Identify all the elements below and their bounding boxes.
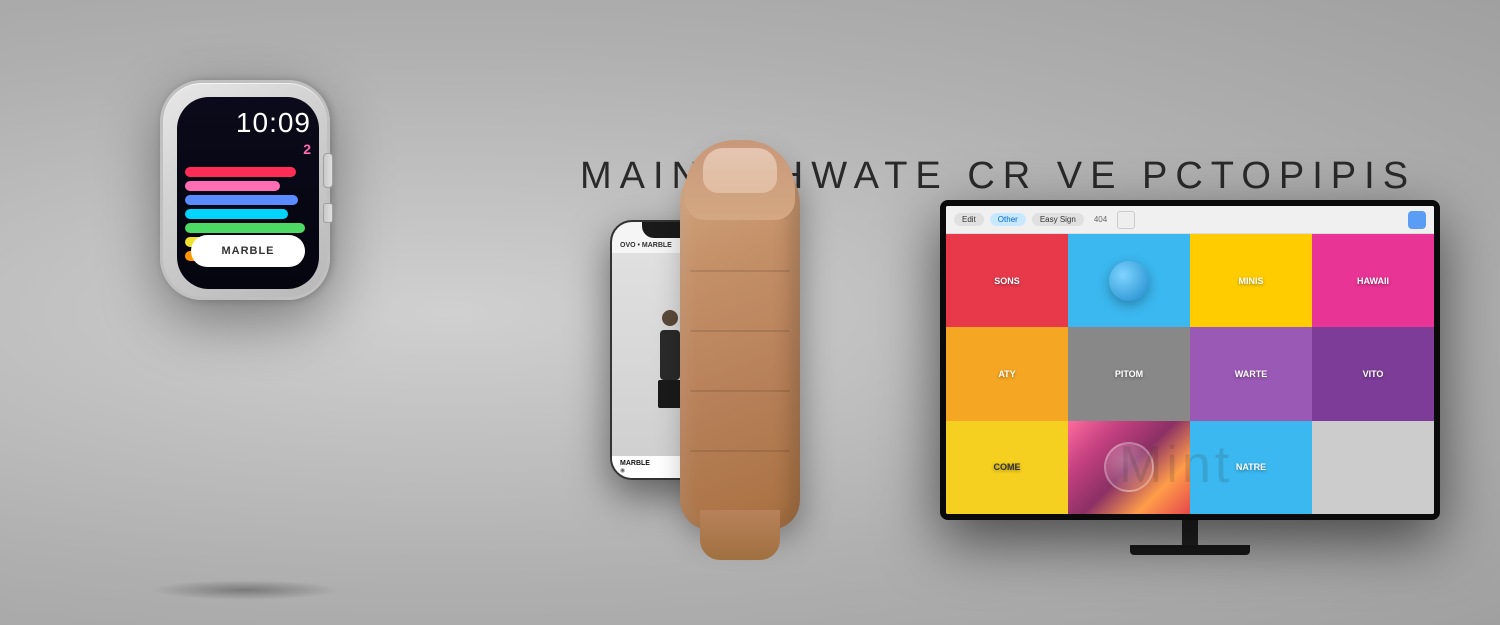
finger-nail — [703, 148, 777, 193]
watch-shadow — [150, 580, 340, 600]
tv-stand-base — [1130, 545, 1250, 555]
tv-cell-icon[interactable] — [1068, 234, 1190, 327]
finger-shape — [680, 150, 800, 530]
finger — [680, 150, 860, 550]
watch-screen: 10:09 2 MARBLE — [177, 97, 319, 289]
activity-bar-red — [185, 167, 296, 177]
cell-label-minis: MINIS — [1238, 276, 1263, 286]
watch-side-button — [323, 203, 333, 223]
cell-label-hawaii: HAWAII — [1357, 276, 1389, 286]
tv-cell-pitom[interactable]: PITOM — [1068, 327, 1190, 420]
cell-label-natre: NATRE — [1236, 462, 1266, 472]
watch-button-label: MARBLE — [221, 245, 274, 257]
cell-label-aty: ATY — [998, 369, 1015, 379]
cell-label-sons: SONS — [994, 276, 1020, 286]
apple-watch: 10:09 2 MARBLE — [130, 30, 360, 590]
activity-bar-cyan — [185, 209, 288, 219]
cell-label-pitom: PITOM — [1115, 369, 1143, 379]
watch-action-button[interactable]: MARBLE — [191, 235, 305, 267]
figure-legs — [658, 380, 682, 408]
tv-tab-label: 404 — [1094, 215, 1107, 224]
tv-cell-warte[interactable]: WARTE — [1190, 327, 1312, 420]
tv-window-icon[interactable] — [1117, 211, 1135, 229]
cell-label-warte: WARTE — [1235, 369, 1268, 379]
watch-time: 10:09 — [185, 107, 311, 139]
tv-cell-empty — [1312, 421, 1434, 514]
tv-cell-come[interactable]: COME — [946, 421, 1068, 514]
finger-stub — [700, 510, 780, 560]
activity-bar-green — [185, 223, 305, 233]
activity-bar-pink — [185, 181, 280, 191]
tv-stand — [940, 520, 1440, 555]
figure-head — [662, 310, 678, 326]
tv-menu-bar: Edit Other Easy Sign 404 — [946, 206, 1434, 234]
watch-crown — [323, 153, 333, 188]
tab-edit[interactable]: Edit — [954, 213, 984, 226]
tab-easy-sign[interactable]: Easy Sign — [1032, 213, 1084, 226]
tv-orb-icon — [1109, 261, 1149, 301]
tab-other[interactable]: Other — [990, 213, 1026, 226]
tv-cell-hawaii[interactable]: HAWAII — [1312, 234, 1434, 327]
tv-monitor: Edit Other Easy Sign 404 SONS MINIS — [940, 200, 1440, 560]
watch-screen-content: 10:09 2 MARBLE — [177, 97, 319, 289]
tv-stand-neck — [1182, 520, 1198, 545]
tv-cell-vito[interactable]: VITO — [1312, 327, 1434, 420]
finger-wrinkle-1 — [690, 270, 790, 272]
tv-cell-aty[interactable]: ATY — [946, 327, 1068, 420]
tv-cell-sons[interactable]: SONS — [946, 234, 1068, 327]
finger-wrinkle-4 — [690, 450, 790, 452]
tv-app-icon — [1408, 211, 1426, 229]
watch-body: 10:09 2 MARBLE — [160, 80, 330, 300]
cell-label-come: COME — [994, 462, 1021, 472]
activity-bar-blue — [185, 195, 298, 205]
mint-label: Mint — [1119, 435, 1233, 495]
watch-strap-bottom — [175, 310, 315, 590]
finger-wrinkle-2 — [690, 330, 790, 332]
watch-date: 2 — [185, 141, 311, 157]
cell-label-vito: VITO — [1363, 369, 1384, 379]
tv-cell-minis[interactable]: MINIS — [1190, 234, 1312, 327]
figure-body — [660, 330, 680, 380]
finger-tip — [685, 140, 795, 220]
finger-wrinkle-3 — [690, 390, 790, 392]
